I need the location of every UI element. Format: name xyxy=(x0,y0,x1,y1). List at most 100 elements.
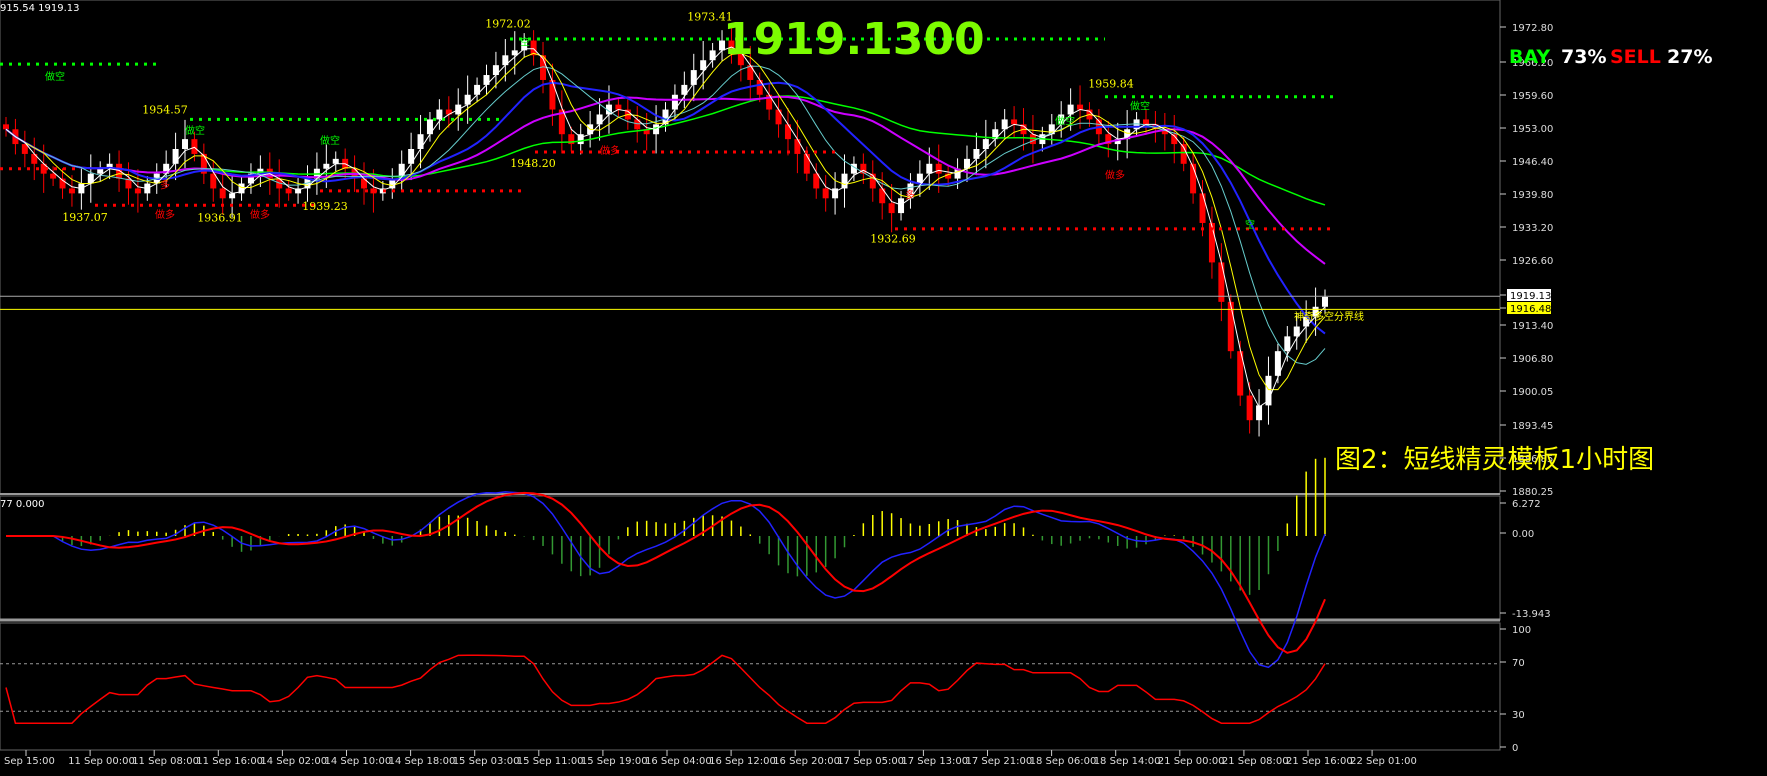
candle-body xyxy=(219,188,226,199)
candle-body xyxy=(822,188,829,199)
price-annotation: 1936.91 xyxy=(197,212,243,225)
signal-label: 做空 xyxy=(320,134,340,147)
x-tick-label: 21 Sep 08:00 xyxy=(1222,756,1289,767)
price-annotation: 1939.23 xyxy=(302,200,348,213)
signal-label: 做空 xyxy=(1130,100,1150,113)
candle-body xyxy=(803,153,810,174)
x-tick-label: 11 Sep 16:00 xyxy=(196,756,263,767)
y-tick-label: 1959.60 xyxy=(1512,91,1553,102)
osc-tick-label: 0 xyxy=(1512,743,1518,754)
x-tick-label: 18 Sep 06:00 xyxy=(1030,756,1097,767)
x-tick-label: 15 Sep 19:00 xyxy=(581,756,648,767)
current-price-tag: 1919.13 xyxy=(1510,291,1551,302)
y-tick-label: 1939.80 xyxy=(1512,190,1553,201)
x-tick-label: 17 Sep 05:00 xyxy=(837,756,904,767)
y-tick-label: 1906.80 xyxy=(1512,354,1553,365)
price-annotation: 1932.69 xyxy=(870,232,916,245)
candle-body xyxy=(1077,104,1084,110)
candle-body xyxy=(97,168,104,174)
price-annotation: 1948.20 xyxy=(510,157,556,170)
candle-body xyxy=(888,203,895,214)
candle-body xyxy=(1284,336,1291,352)
macd-header: 77 0.000 xyxy=(0,499,45,510)
macd-tick-label: 6.272 xyxy=(1512,499,1541,510)
y-tick-label: 1880.25 xyxy=(1512,487,1553,498)
chart-title: 图2：短线精灵模板1小时图 xyxy=(1335,445,1654,475)
candle-body xyxy=(1199,193,1206,223)
candle-body xyxy=(134,188,141,194)
y-tick-label: 1926.60 xyxy=(1512,256,1553,267)
price-annotation: 1937.07 xyxy=(62,211,108,224)
candle-body xyxy=(417,134,424,149)
signal-label: 空 xyxy=(1245,218,1255,231)
candle-body xyxy=(3,124,9,130)
sell-percent: 27% xyxy=(1667,46,1712,68)
boundary-price-tag: 1916.48 xyxy=(1510,304,1551,315)
candle-body xyxy=(116,163,123,179)
candle-body xyxy=(549,79,556,110)
candle-body xyxy=(229,193,236,199)
signal-label: 空 xyxy=(520,35,530,48)
y-tick-label: 1972.80 xyxy=(1512,23,1553,34)
candle-body xyxy=(191,139,198,154)
signal-label: 做空 xyxy=(1055,114,1075,127)
candle-body xyxy=(615,104,622,110)
sell-label: SELL xyxy=(1610,46,1661,68)
boundary-line-label: 神奇多空分界线 xyxy=(1294,310,1364,323)
macd-tick-label: 0.00 xyxy=(1512,529,1534,540)
x-tick-label: 18 Sep 14:00 xyxy=(1094,756,1161,767)
y-tick-label: 1913.40 xyxy=(1512,321,1553,332)
candle-body xyxy=(436,109,443,120)
macd-panel[interactable] xyxy=(0,495,1501,621)
price-annotation: 1972.02 xyxy=(485,17,531,30)
signal-label: 做多 xyxy=(155,208,175,221)
osc-tick-label: 100 xyxy=(1512,625,1531,636)
candle-body xyxy=(926,163,933,174)
candle-body xyxy=(285,188,292,194)
price-annotation: 1959.84 xyxy=(1088,78,1134,91)
x-tick-label: 21 Sep 16:00 xyxy=(1286,756,1353,767)
y-tick-label: 1953.00 xyxy=(1512,124,1553,135)
x-tick-label: 17 Sep 13:00 xyxy=(901,756,968,767)
x-tick-label: 22 Sep 01:00 xyxy=(1350,756,1417,767)
y-tick-label: 1893.45 xyxy=(1512,421,1553,432)
buy-label: BAY xyxy=(1509,46,1550,68)
header-left-text: 915.54 1919.13 xyxy=(0,3,80,14)
candle-body xyxy=(408,148,415,164)
x-tick-label: 16 Sep 20:00 xyxy=(773,756,840,767)
y-tick-label: 1946.40 xyxy=(1512,157,1553,168)
osc-tick-label: 30 xyxy=(1512,710,1525,721)
osc-tick-label: 70 xyxy=(1512,658,1525,669)
candle-body xyxy=(1246,395,1253,421)
candle-body xyxy=(332,158,339,164)
signal-label: 做多 xyxy=(250,208,270,221)
x-tick-label: 16 Sep 12:00 xyxy=(709,756,776,767)
x-tick-label: 14 Sep 18:00 xyxy=(389,756,456,767)
price-annotation: 1954.57 xyxy=(142,104,188,117)
candle-body xyxy=(1322,296,1328,307)
macd-tick-label: -13.943 xyxy=(1512,609,1551,620)
x-tick-label: 21 Sep 00:00 xyxy=(1158,756,1225,767)
candle-body xyxy=(775,109,782,125)
signal-label: 做多 xyxy=(1105,169,1125,182)
candle-body xyxy=(182,139,189,149)
signal-label: 做空 xyxy=(185,124,205,137)
y-tick-label: 1933.20 xyxy=(1512,223,1553,234)
x-tick-label: 15 Sep 03:00 xyxy=(453,756,520,767)
big-current-price: 1919.1300 xyxy=(723,14,985,65)
candle-body xyxy=(1011,119,1018,125)
candle-body xyxy=(784,124,791,140)
signal-label: 多 xyxy=(160,178,170,191)
x-tick-label: 15 Sep 11:00 xyxy=(517,756,584,767)
x-tick-label: 11 Sep 08:00 xyxy=(132,756,199,767)
buy-percent: 73% xyxy=(1561,46,1606,68)
x-tick-label: 11 Sep 00:00 xyxy=(68,756,135,767)
x-tick-label: 17 Sep 21:00 xyxy=(966,756,1033,767)
signal-label: 做多 xyxy=(600,144,620,157)
x-tick-label: 14 Sep 10:00 xyxy=(325,756,392,767)
x-tick-label: 14 Sep 02:00 xyxy=(260,756,327,767)
y-tick-label: 1900.05 xyxy=(1512,387,1553,398)
candle-body xyxy=(756,79,763,95)
trading-chart[interactable]: 1937.07 1954.57 1936.91 1939.23 1972.02 1948.… xyxy=(0,0,1767,776)
candle-body xyxy=(68,188,75,194)
